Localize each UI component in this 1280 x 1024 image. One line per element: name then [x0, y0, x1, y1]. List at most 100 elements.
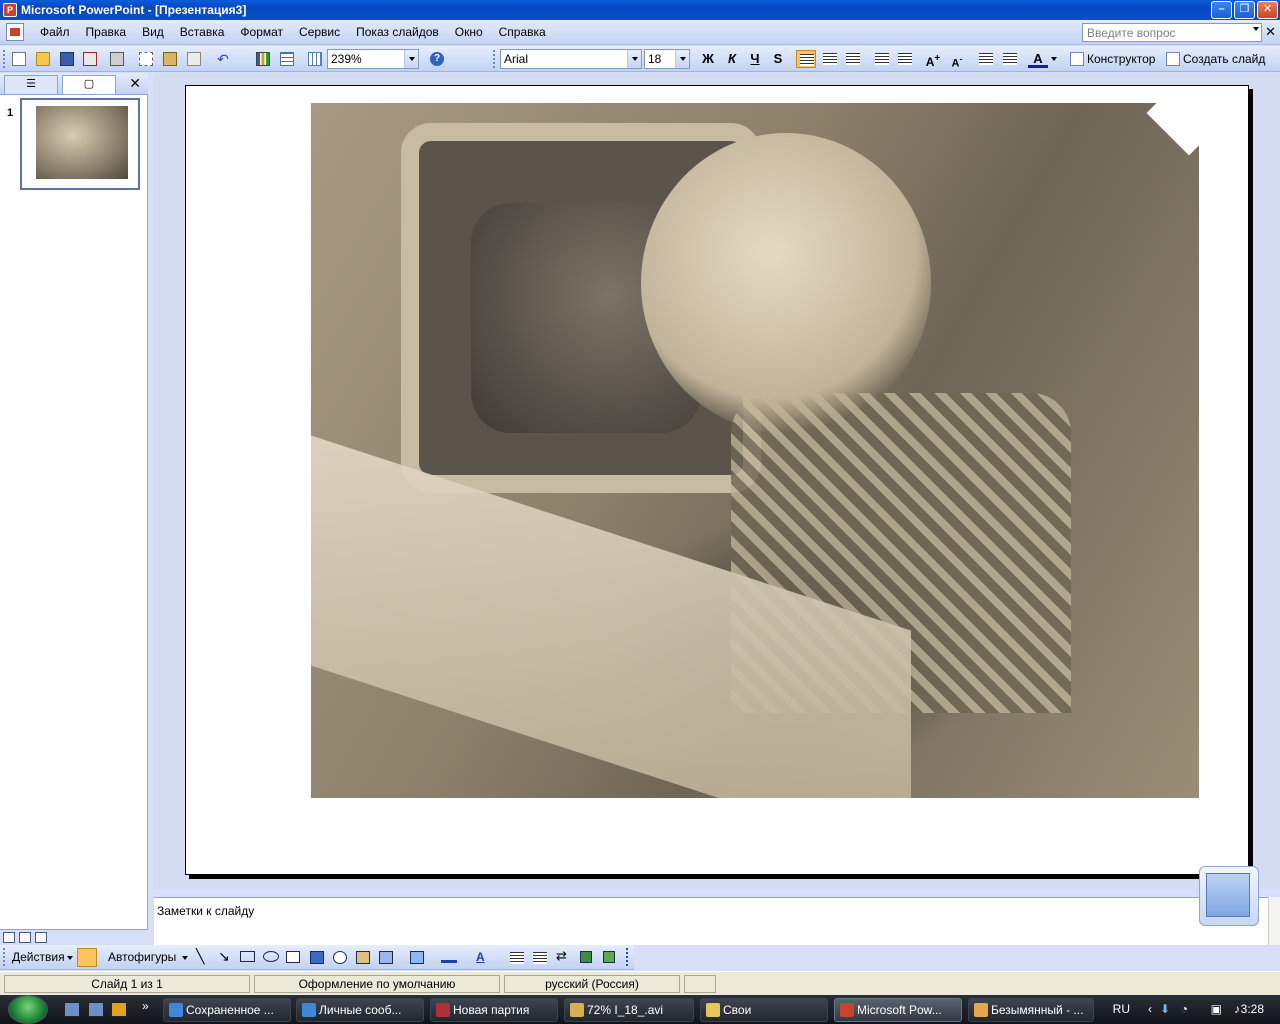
select-objects-button[interactable]: [77, 948, 97, 967]
volume-icon[interactable]: ♪: [1234, 1002, 1240, 1016]
notes-scrollbar[interactable]: [1268, 897, 1280, 945]
picture-tool-icon[interactable]: [379, 951, 393, 964]
menu-tools[interactable]: Сервис: [291, 25, 348, 39]
toolbar-options-icon[interactable]: [626, 948, 629, 966]
paste-button[interactable]: [161, 50, 179, 68]
print-button[interactable]: [108, 50, 126, 68]
help-button[interactable]: ?: [428, 50, 446, 68]
tray-monitor-icon[interactable]: ▣: [1211, 1002, 1222, 1016]
bullets-button[interactable]: [895, 50, 915, 68]
sorter-view-icon[interactable]: [19, 932, 31, 943]
format-painter-button[interactable]: [185, 50, 203, 68]
bold-button[interactable]: Ж: [698, 50, 718, 68]
slide-thumbnail[interactable]: [20, 98, 140, 190]
task-download[interactable]: 72% I_18_.avi: [564, 998, 694, 1022]
increase-indent-button[interactable]: [1000, 50, 1020, 68]
wordart-tool-icon[interactable]: [310, 951, 324, 964]
line-color-icon[interactable]: [441, 960, 457, 963]
chevron-down-icon[interactable]: [404, 50, 418, 68]
menu-slideshow[interactable]: Показ слайдов: [348, 25, 447, 39]
underline-button[interactable]: Ч: [745, 50, 765, 68]
italic-button[interactable]: К: [722, 50, 742, 68]
decrease-indent-button[interactable]: [976, 50, 996, 68]
minimize-button[interactable]: –: [1211, 1, 1232, 19]
line-style-icon[interactable]: [510, 952, 524, 964]
textbox-tool-icon[interactable]: [286, 951, 300, 963]
task-paint[interactable]: Безымянный - ...: [968, 998, 1094, 1022]
chevron-down-icon[interactable]: [675, 50, 689, 68]
decrease-font-button[interactable]: A-: [947, 50, 967, 70]
clipboard-widget[interactable]: [1199, 866, 1259, 926]
explorer-icon[interactable]: [88, 1002, 104, 1017]
tab-slides[interactable]: ▢: [62, 75, 116, 94]
fill-color-icon[interactable]: [410, 951, 424, 964]
chevron-down-icon[interactable]: [1051, 57, 1057, 61]
new-slide-button[interactable]: Создать слайд: [1166, 50, 1265, 68]
numbering-button[interactable]: [872, 50, 892, 68]
insert-chart-button[interactable]: [254, 50, 272, 68]
chevron-down-icon[interactable]: [67, 956, 73, 960]
arrow-style-icon[interactable]: ⇄: [556, 948, 567, 964]
tray-app-icon[interactable]: ◔: [1181, 1002, 1188, 1016]
chevron-down-icon[interactable]: [182, 956, 188, 960]
task-saved[interactable]: Сохраненное ...: [163, 998, 291, 1022]
slide-photo[interactable]: [311, 103, 1199, 798]
menu-window[interactable]: Окно: [447, 25, 491, 39]
menu-view[interactable]: Вид: [134, 25, 172, 39]
menu-help[interactable]: Справка: [491, 25, 554, 39]
close-icon[interactable]: ✕: [129, 75, 141, 92]
start-button[interactable]: [8, 995, 48, 1024]
permission-button[interactable]: [81, 50, 99, 68]
new-button[interactable]: [10, 50, 28, 68]
slide-canvas[interactable]: [185, 85, 1249, 875]
3d-style-icon[interactable]: [603, 951, 615, 963]
align-center-button[interactable]: [820, 50, 840, 68]
task-folder[interactable]: Свои: [700, 998, 828, 1022]
task-messages[interactable]: Личные сооб...: [296, 998, 424, 1022]
align-left-button[interactable]: [796, 50, 816, 68]
oval-tool-icon[interactable]: [263, 951, 279, 962]
menu-format[interactable]: Формат: [232, 25, 291, 39]
insert-table-button[interactable]: [278, 50, 296, 68]
notes-splitter[interactable]: [154, 889, 1280, 897]
restore-button[interactable]: ❐: [1234, 1, 1255, 19]
toolbar-grip[interactable]: [493, 50, 496, 68]
menu-file[interactable]: Файл: [32, 25, 78, 39]
open-button[interactable]: [34, 50, 52, 68]
network-icon[interactable]: ⬇: [1160, 1002, 1170, 1016]
copy-button[interactable]: [137, 50, 155, 68]
undo-button[interactable]: ↶: [214, 50, 232, 68]
line-tool-icon[interactable]: ╲: [196, 948, 204, 965]
quick-launch-more-icon[interactable]: »: [142, 999, 149, 1013]
save-button[interactable]: [58, 50, 76, 68]
arrow-tool-icon[interactable]: ↘: [218, 948, 230, 965]
chevron-down-icon[interactable]: [1253, 27, 1259, 31]
slideshow-view-icon[interactable]: [35, 932, 47, 943]
rectangle-tool-icon[interactable]: [240, 951, 255, 962]
clipart-tool-icon[interactable]: [356, 951, 370, 964]
grid-button[interactable]: [306, 50, 324, 68]
ask-question-input[interactable]: Введите вопрос: [1082, 23, 1262, 42]
document-icon[interactable]: [6, 23, 24, 41]
diagram-tool-icon[interactable]: [333, 951, 347, 964]
autoshapes-menu[interactable]: Автофигуры: [108, 950, 176, 964]
toolbar-grip[interactable]: [3, 948, 6, 966]
media-player-icon[interactable]: [111, 1002, 127, 1017]
notes-pane[interactable]: Заметки к слайду: [154, 897, 1268, 945]
tab-outline[interactable]: ☰: [4, 75, 58, 94]
font-size-select[interactable]: 18: [644, 49, 690, 69]
font-select[interactable]: Arial: [500, 49, 642, 69]
designer-button[interactable]: Конструктор: [1070, 50, 1155, 68]
task-powerpoint[interactable]: Microsoft Pow...: [834, 998, 962, 1022]
task-new-game[interactable]: Новая партия: [430, 998, 558, 1022]
menu-edit[interactable]: Правка: [78, 25, 135, 39]
normal-view-icon[interactable]: [3, 932, 15, 943]
toolbar-grip[interactable]: [3, 50, 6, 68]
shadow-button[interactable]: S: [768, 50, 788, 68]
show-desktop-icon[interactable]: [64, 1002, 80, 1017]
tray-arrow-icon[interactable]: ‹: [1148, 1002, 1152, 1016]
chevron-down-icon[interactable]: [627, 50, 641, 68]
dash-style-icon[interactable]: [533, 952, 547, 964]
actions-menu[interactable]: Действия: [12, 950, 65, 964]
close-icon[interactable]: ✕: [1265, 24, 1276, 40]
